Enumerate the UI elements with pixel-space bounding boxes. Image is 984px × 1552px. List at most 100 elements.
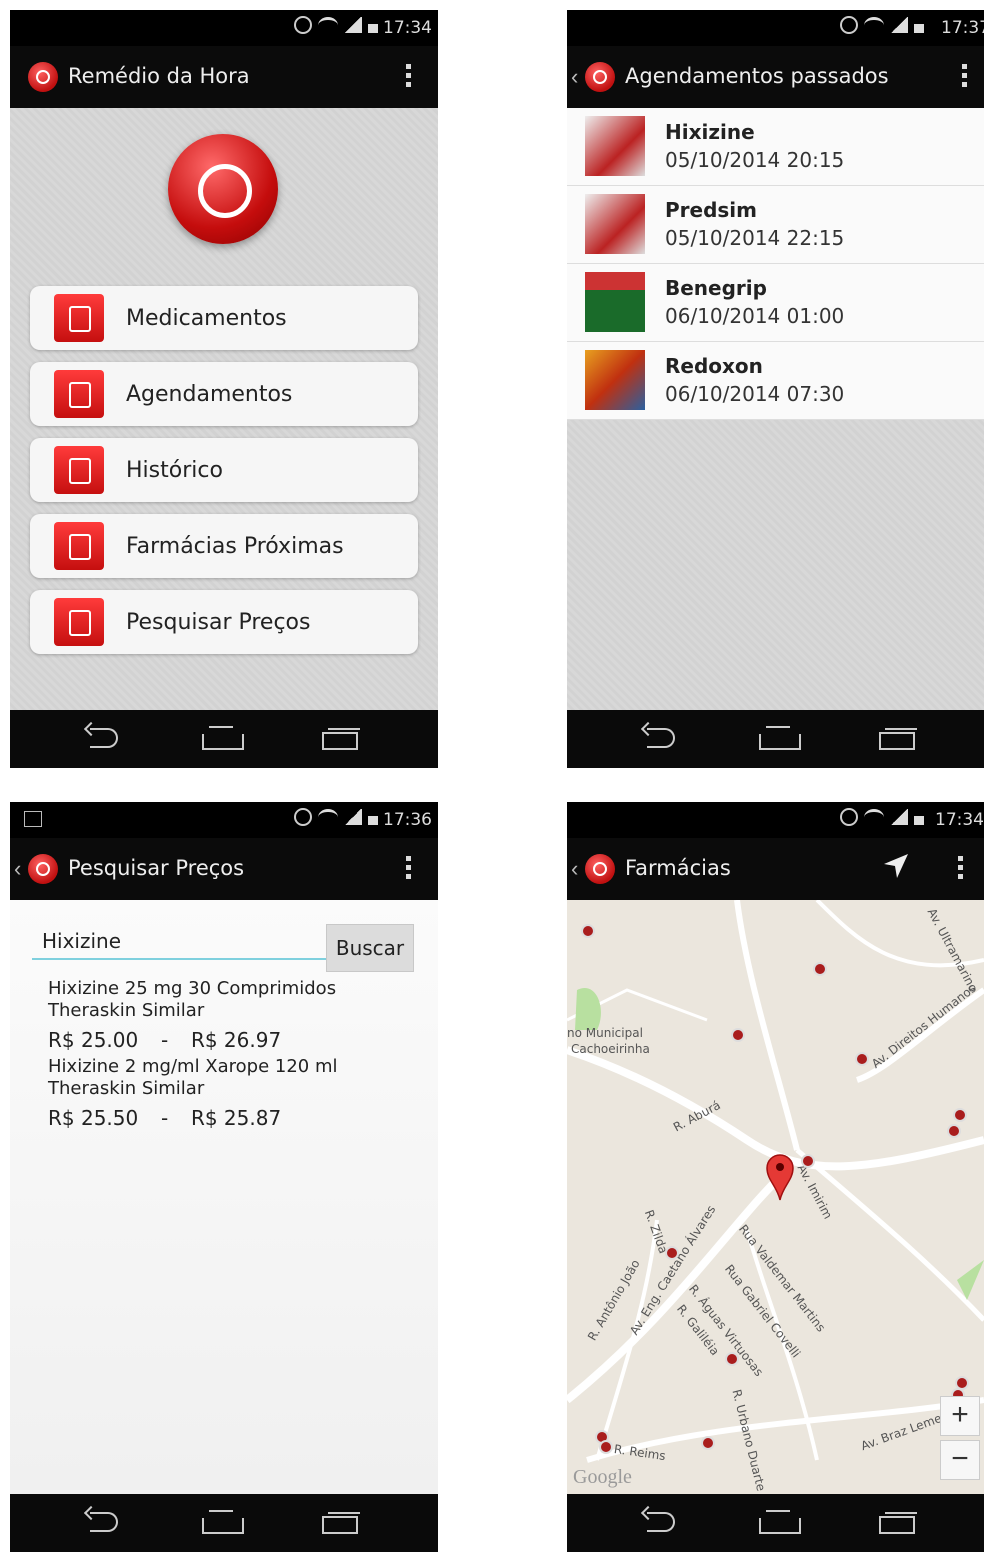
app-logo-icon[interactable] [28,854,58,884]
calendar-clock-icon [54,370,104,418]
zoom-in-button[interactable]: + [940,1396,980,1436]
list-item[interactable]: Hixizine 05/10/2014 20:15 [567,108,984,186]
status-bar: 17:37 [567,10,984,46]
battery-icon [914,23,924,33]
menu-item-pesquisar-precos[interactable]: Pesquisar Preços [30,590,418,654]
status-time: 17:34 [383,18,432,38]
action-bar: ‹ Pesquisar Preços [10,838,438,900]
home-icon[interactable] [759,728,801,750]
battery-icon [368,815,378,825]
image-notification-icon [24,811,42,827]
signal-icon [344,809,362,825]
up-arrow-icon[interactable]: ‹ [571,856,578,882]
menu-item-farmacias[interactable]: Farmácias Próximas [30,514,418,578]
pharmacy-marker-icon[interactable] [581,924,595,938]
item-name: Redoxon [665,354,763,378]
home-icon[interactable] [202,728,244,750]
overflow-menu-icon[interactable] [958,856,964,883]
wifi-icon [318,808,338,826]
action-bar: ‹ Agendamentos passados [567,46,984,108]
up-arrow-icon[interactable]: ‹ [571,64,578,90]
price-separator: - [160,1028,169,1052]
navigation-arrow-icon[interactable] [882,852,910,880]
item-date: 06/10/2014 01:00 [665,304,845,328]
list-item[interactable]: Benegrip 06/10/2014 01:00 [567,264,984,342]
app-alarm-pill-icon [168,134,278,244]
search-button[interactable]: Buscar [326,924,414,972]
app-logo-icon[interactable] [585,62,615,92]
menu-item-agendamentos[interactable]: Agendamentos [30,362,418,426]
menu-item-historico[interactable]: Histórico [30,438,418,502]
list-item[interactable]: Redoxon 06/10/2014 07:30 [567,342,984,420]
pharmacy-marker-icon[interactable] [701,1436,715,1450]
item-name: Predsim [665,198,758,222]
result-name: Hixizine 2 mg/ml Xarope 120 ml Theraskin… [48,1056,338,1099]
back-icon[interactable] [86,728,118,748]
status-time: 17:36 [383,810,432,830]
pharmacy-marker-icon[interactable] [725,1352,739,1366]
price-search-icon [54,598,104,646]
street-label: no Municipal [567,1026,643,1040]
pharmacy-marker-icon[interactable] [731,1028,745,1042]
app-title: Remédio da Hora [68,64,250,88]
recent-apps-icon[interactable] [879,728,917,750]
alarm-icon [294,16,312,34]
pharmacy-marker-icon[interactable] [813,962,827,976]
pharmacy-marker-icon[interactable] [665,1246,679,1260]
back-icon[interactable] [643,1512,675,1532]
menu-item-label: Histórico [126,458,223,483]
screen-past-schedules: 17:37 ‹ Agendamentos passados Hixizine 0… [567,10,984,768]
map-attribution: Google [573,1466,632,1488]
alarm-icon [294,808,312,826]
app-logo-icon[interactable] [585,854,615,884]
status-bar: 17:34 [567,802,984,838]
back-icon[interactable] [86,1512,118,1532]
search-input[interactable]: Hixizine [32,924,326,960]
alarm-icon [840,16,858,34]
overflow-menu-icon[interactable] [962,64,968,91]
map-view[interactable]: Av. Ultramarino Av. Direitos Humanos no … [567,900,984,1494]
price-min: R$ 25.50 [48,1106,139,1130]
content-area: Medicamentos Agendamentos Histórico Farm… [10,108,438,710]
nav-bar [567,710,984,768]
signal-icon [890,809,908,825]
recent-apps-icon[interactable] [879,1512,917,1534]
wifi-icon [864,16,884,34]
app-logo-icon[interactable] [28,62,58,92]
recent-apps-icon[interactable] [322,1512,360,1534]
street-label: Cachoeirinha [571,1042,650,1056]
overflow-menu-icon[interactable] [406,64,412,91]
home-icon[interactable] [202,1512,244,1534]
medicine-bottle-icon [54,294,104,342]
recent-apps-icon[interactable] [322,728,360,750]
wifi-icon [864,808,884,826]
content-area: Hixizine 05/10/2014 20:15 Predsim 05/10/… [567,108,984,710]
location-pin-icon [54,522,104,570]
back-icon[interactable] [643,728,675,748]
action-bar: ‹ Farmácias [567,838,984,900]
status-icons [840,16,924,34]
result-prices: R$ 25.00 - R$ 26.97 [48,1028,281,1052]
list-item[interactable]: Predsim 05/10/2014 22:15 [567,186,984,264]
current-location-marker-icon[interactable] [765,1152,795,1202]
pharmacy-marker-icon[interactable] [599,1440,613,1454]
price-max: R$ 25.87 [190,1106,282,1130]
menu-item-medicamentos[interactable]: Medicamentos [30,286,418,350]
up-arrow-icon[interactable]: ‹ [14,856,21,882]
pharmacy-marker-icon[interactable] [953,1108,967,1122]
home-icon[interactable] [759,1512,801,1534]
zoom-out-button[interactable]: − [940,1440,980,1480]
screen-title: Pesquisar Preços [68,856,245,880]
medicine-thumbnail [585,272,645,332]
menu-item-label: Farmácias Próximas [126,534,344,559]
medicine-thumbnail [585,116,645,176]
pharmacy-marker-icon[interactable] [855,1052,869,1066]
item-name: Benegrip [665,276,767,300]
status-time: 17:34 [935,810,984,830]
nav-bar [567,1494,984,1552]
pharmacy-marker-icon[interactable] [801,1154,815,1168]
overflow-menu-icon[interactable] [406,856,412,883]
screen-title: Agendamentos passados [625,64,889,88]
pharmacy-marker-icon[interactable] [947,1124,961,1138]
medicine-thumbnail [585,194,645,254]
